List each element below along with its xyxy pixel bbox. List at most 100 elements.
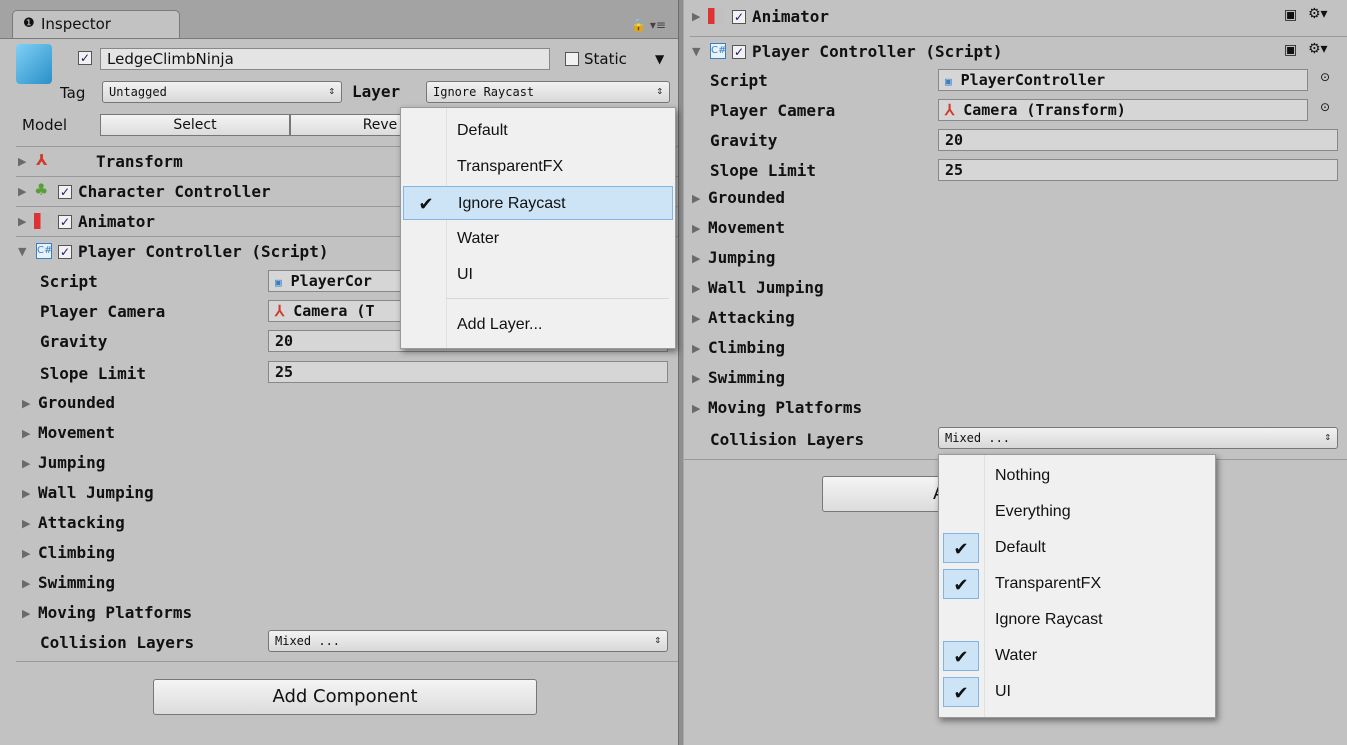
foldout-label: Swimming <box>708 368 786 387</box>
script-icon: C# <box>36 243 52 259</box>
object-picker-icon[interactable]: ⊙ <box>1320 70 1330 84</box>
foldout-label: Wall Jumping <box>38 483 154 502</box>
updown-arrow-icon: ⇕ <box>1324 430 1331 443</box>
foldout-label: Moving Platforms <box>38 603 193 622</box>
enabled-checkbox[interactable] <box>732 45 746 59</box>
foldout-arrow-icon: ▶ <box>22 607 31 620</box>
foldout-label: Swimming <box>38 573 116 592</box>
object-name-field[interactable]: LedgeClimbNinja <box>100 48 550 70</box>
slope-field[interactable]: 25 <box>938 159 1338 181</box>
menu-item-nothing[interactable]: Nothing <box>939 459 1215 493</box>
gear-icon[interactable]: ⚙▾ <box>1308 6 1328 22</box>
foldout-movement[interactable]: ▶ Movement <box>22 423 322 447</box>
foldout-arrow-icon: ▶ <box>22 487 31 500</box>
foldout-grounded[interactable]: ▶ Grounded <box>22 393 322 417</box>
slope-field[interactable]: 25 <box>268 361 668 383</box>
foldout-arrow-icon: ▶ <box>692 222 701 235</box>
menu-item-transparentfx[interactable]: ✔ TransparentFX <box>939 567 1215 601</box>
enabled-checkbox[interactable] <box>58 185 72 199</box>
foldout-label: Jumping <box>38 453 106 472</box>
foldout-movement[interactable]: ▶ Movement <box>692 218 992 242</box>
animator-header[interactable]: ▶ Animator ▣ ⚙▾ <box>690 6 1347 36</box>
foldout-label: Climbing <box>38 543 116 562</box>
help-book-icon[interactable]: ▣ <box>1284 7 1297 23</box>
gravity-field[interactable]: 20 <box>938 129 1338 151</box>
static-label: Static <box>584 50 627 68</box>
layer-dropdown[interactable]: Ignore Raycast ⇕ <box>426 81 670 103</box>
checkmark-icon: ✔ <box>943 677 979 707</box>
menu-item-add-layer[interactable]: Add Layer... <box>401 308 675 342</box>
static-checkbox[interactable] <box>565 52 579 66</box>
foldout-attacking[interactable]: ▶ Attacking <box>22 513 322 537</box>
animator-icon <box>708 8 724 24</box>
collision-layers-dropdown[interactable]: Mixed ... ⇕ <box>268 630 668 652</box>
menu-item-ignore-raycast[interactable]: Ignore Raycast <box>939 603 1215 637</box>
foldout-arrow-icon: ▶ <box>22 427 31 440</box>
foldout-grounded[interactable]: ▶ Grounded <box>692 188 992 212</box>
foldout-wall-jumping[interactable]: ▶ Wall Jumping <box>22 483 322 507</box>
checkmark-icon <box>405 116 441 146</box>
menu-item-default[interactable]: Default <box>401 114 675 148</box>
foldout-climbing[interactable]: ▶ Climbing <box>22 543 322 567</box>
checkmark-icon <box>405 224 441 254</box>
menu-item-ui[interactable]: UI <box>401 258 675 292</box>
tag-value: Untagged <box>109 85 167 99</box>
menu-item-water[interactable]: Water <box>401 222 675 256</box>
foldout-label: Moving Platforms <box>708 398 863 417</box>
foldout-label: Wall Jumping <box>708 278 824 297</box>
help-book-icon[interactable]: ▣ <box>1284 42 1297 58</box>
menu-item-water[interactable]: ✔ Water <box>939 639 1215 673</box>
enabled-checkbox[interactable] <box>58 245 72 259</box>
layer-label: Layer <box>352 82 401 101</box>
gravity-label: Gravity <box>40 332 108 351</box>
script-icon: C# <box>710 43 726 59</box>
foldout-arrow-icon: ▶ <box>692 192 701 205</box>
foldout-climbing[interactable]: ▶ Climbing <box>692 338 992 362</box>
foldout-moving-platforms[interactable]: ▶ Moving Platforms <box>22 603 322 627</box>
menu-item-everything[interactable]: Everything <box>939 495 1215 529</box>
script-icon: ▣ <box>945 75 952 88</box>
foldout-jumping[interactable]: ▶ Jumping <box>692 248 992 272</box>
tab-inspector[interactable]: ❶ Inspector <box>12 10 180 38</box>
enabled-checkbox[interactable] <box>58 215 72 229</box>
active-checkbox[interactable] <box>78 51 92 65</box>
foldout-moving-platforms[interactable]: ▶ Moving Platforms <box>692 398 992 422</box>
collision-layers-dropdown[interactable]: Mixed ... ⇕ <box>938 427 1338 449</box>
menu-item-default[interactable]: ✔ Default <box>939 531 1215 565</box>
foldout-attacking[interactable]: ▶ Attacking <box>692 308 992 332</box>
static-dropdown-icon[interactable]: ▼ <box>655 52 664 66</box>
foldout-arrow-icon: ▶ <box>18 155 27 168</box>
object-picker-icon[interactable]: ⊙ <box>1320 100 1330 114</box>
lock-menu-icon[interactable]: 🔒 ▾≡ <box>631 18 666 32</box>
foldout-arrow-icon: ▶ <box>22 457 31 470</box>
player-controller-header[interactable]: ▼ C# Player Controller (Script) ▣ ⚙▾ <box>690 36 1347 67</box>
foldout-wall-jumping[interactable]: ▶ Wall Jumping <box>692 278 992 302</box>
foldout-swimming[interactable]: ▶ Swimming <box>22 573 322 597</box>
foldout-arrow-icon: ▶ <box>692 252 701 265</box>
model-select-button[interactable]: Select <box>100 114 290 136</box>
tab-label: Inspector <box>41 15 111 33</box>
slope-label: Slope Limit <box>710 161 816 180</box>
enabled-checkbox[interactable] <box>732 10 746 24</box>
menu-item-transparentfx[interactable]: TransparentFX <box>401 150 675 184</box>
foldout-arrow-icon: ▶ <box>22 547 31 560</box>
foldout-label: Grounded <box>708 188 786 207</box>
character-controller-title: Character Controller <box>78 182 271 201</box>
foldout-arrow-icon: ▶ <box>22 397 31 410</box>
transform-title: Transform <box>96 152 183 171</box>
collision-layers-label: Collision Layers <box>40 633 195 652</box>
add-component-button[interactable]: Add Component <box>153 679 537 715</box>
animator-title: Animator <box>78 212 156 231</box>
script-field[interactable]: ▣ PlayerController <box>938 69 1308 91</box>
collision-mask-dropdown-menu: Nothing Everything ✔ Default ✔ TransparentFX I… <box>938 454 1216 718</box>
menu-item-label: Ignore Raycast <box>995 611 1103 628</box>
camera-field[interactable]: ⅄ Camera (Transform) <box>938 99 1308 121</box>
foldout-swimming[interactable]: ▶ Swimming <box>692 368 992 392</box>
foldout-jumping[interactable]: ▶ Jumping <box>22 453 322 477</box>
menu-item-ignore-raycast[interactable]: ✔ Ignore Raycast <box>403 186 673 220</box>
menu-item-ui[interactable]: ✔ UI <box>939 675 1215 709</box>
gear-icon[interactable]: ⚙▾ <box>1308 41 1328 57</box>
tag-label: Tag <box>60 84 86 102</box>
transform-icon: ⅄ <box>36 151 48 169</box>
tag-dropdown[interactable]: Untagged ⇕ <box>102 81 342 103</box>
